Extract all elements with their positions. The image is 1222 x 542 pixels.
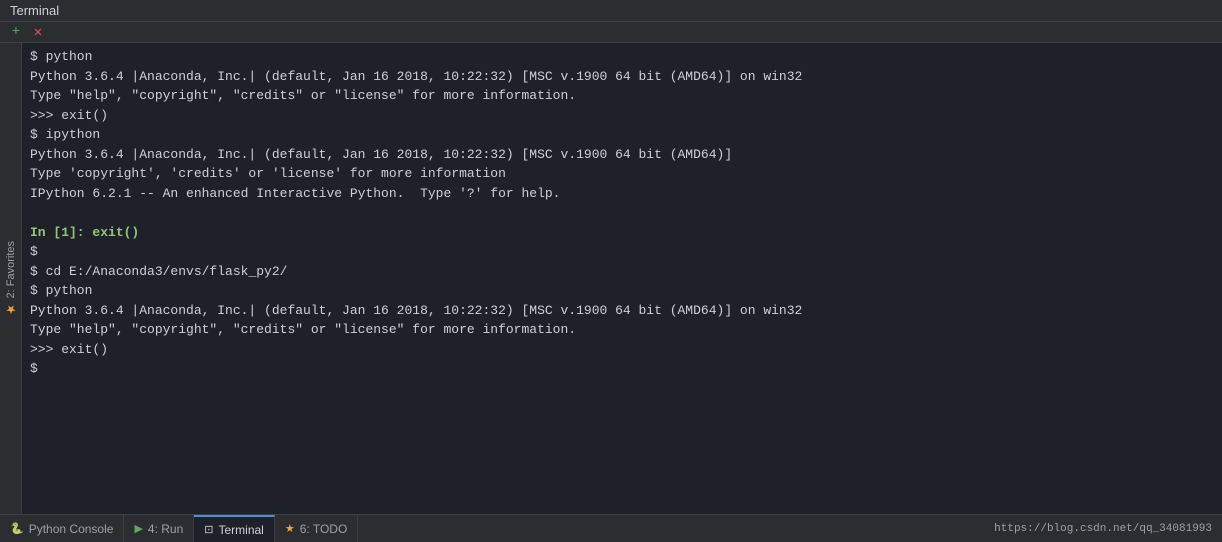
terminal-line: In [1]: exit() (30, 223, 1214, 243)
terminal-line: >>> exit() (30, 106, 1214, 126)
url-display: https://blog.csdn.net/qq_34081993 (984, 515, 1222, 542)
terminal-line: IPython 6.2.1 -- An enhanced Interactive… (30, 184, 1214, 204)
terminal-line: Type 'copyright', 'credits' or 'license'… (30, 164, 1214, 184)
terminal-output[interactable]: $ pythonPython 3.6.4 |Anaconda, Inc.| (d… (22, 43, 1222, 514)
terminal-line: $ ipython (30, 125, 1214, 145)
terminal-line (30, 203, 1214, 223)
tab-run[interactable]: ▶ 4: Run (124, 515, 194, 542)
tab-python-console[interactable]: 🐍 Python Console (0, 515, 124, 542)
terminal-line: $ (30, 242, 1214, 262)
sidebar-label: ★ 2: Favorites (4, 241, 18, 316)
title-label: Terminal (10, 3, 59, 18)
python-console-icon: 🐍 (10, 522, 24, 535)
terminal-line: $ cd E:/Anaconda3/envs/flask_py2/ (30, 262, 1214, 282)
terminal-line: $ (30, 359, 1214, 379)
terminal-line: Python 3.6.4 |Anaconda, Inc.| (default, … (30, 301, 1214, 321)
terminal-line: $ python (30, 47, 1214, 67)
run-icon: ▶ (134, 522, 142, 535)
terminal-line: Python 3.6.4 |Anaconda, Inc.| (default, … (30, 67, 1214, 87)
main-content: ★ 2: Favorites $ pythonPython 3.6.4 |Ana… (0, 43, 1222, 514)
todo-icon: ★ (285, 522, 295, 535)
close-tab-button[interactable]: ✕ (30, 24, 46, 40)
terminal-label: Terminal (218, 523, 263, 537)
todo-label: 6: TODO (300, 522, 348, 536)
terminal-line: >>> exit() (30, 340, 1214, 360)
terminal-toolbar: + ✕ (0, 22, 1222, 43)
run-label: 4: Run (148, 522, 183, 536)
add-tab-button[interactable]: + (8, 24, 24, 40)
tab-bar: 🐍 Python Console ▶ 4: Run ⊡ Terminal ★ 6: TODO h… (0, 514, 1222, 542)
terminal-icon: ⊡ (204, 523, 213, 536)
tab-todo[interactable]: ★ 6: TODO (275, 515, 358, 542)
sidebar[interactable]: ★ 2: Favorites (0, 43, 22, 514)
terminal-line: Type "help", "copyright", "credits" or "… (30, 320, 1214, 340)
terminal-line: Python 3.6.4 |Anaconda, Inc.| (default, … (30, 145, 1214, 165)
python-console-label: Python Console (29, 522, 114, 536)
star-icon: ★ (4, 302, 18, 316)
terminal-line: $ python (30, 281, 1214, 301)
title-bar: Terminal (0, 0, 1222, 22)
terminal-line: Type "help", "copyright", "credits" or "… (30, 86, 1214, 106)
tab-terminal[interactable]: ⊡ Terminal (194, 515, 275, 542)
